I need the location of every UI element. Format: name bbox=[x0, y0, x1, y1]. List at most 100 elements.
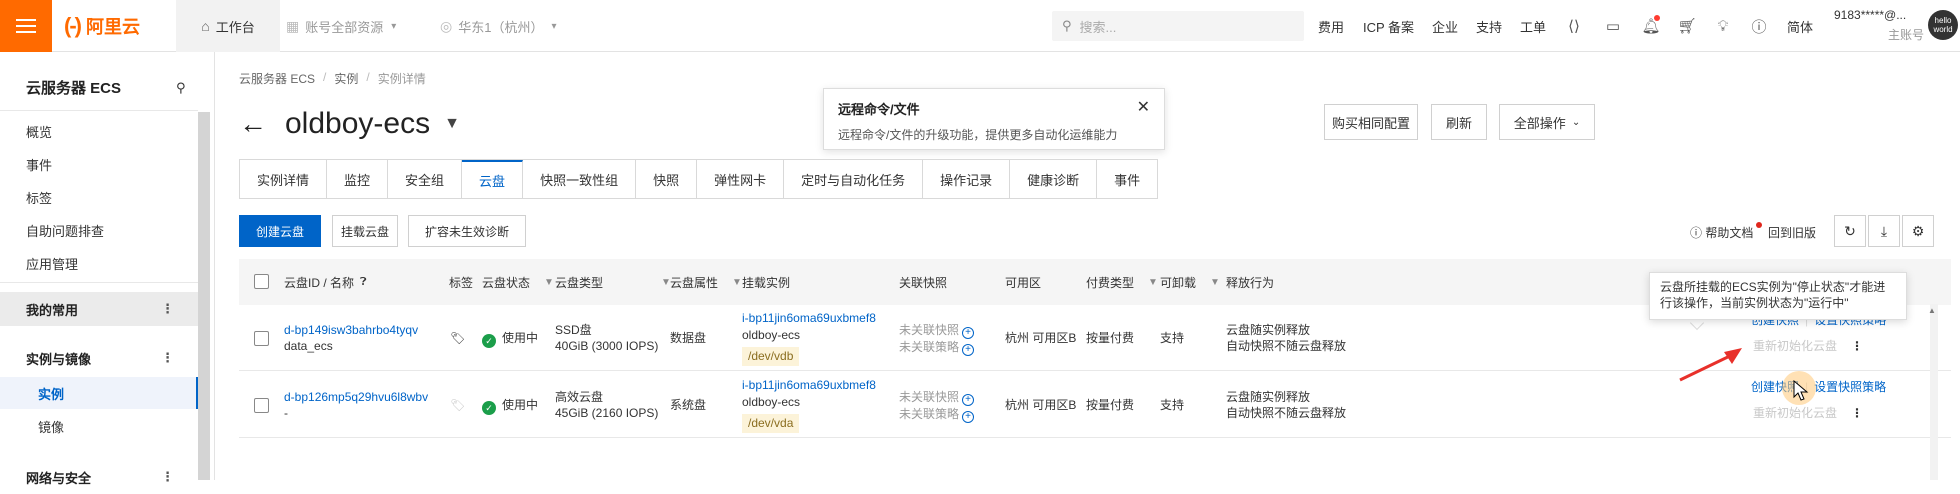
global-search-input[interactable]: ⚲ 搜索... bbox=[1052, 11, 1304, 41]
code-icon[interactable]: ⟨⟩ bbox=[1564, 16, 1584, 36]
support-link[interactable]: 支持 bbox=[1476, 0, 1502, 52]
more-icon[interactable]: ⋮ bbox=[161, 469, 174, 485]
add-circle-icon[interactable]: + bbox=[962, 344, 975, 356]
tab-monitoring[interactable]: 监控 bbox=[327, 160, 389, 198]
tab-events[interactable]: 事件 bbox=[1097, 160, 1159, 198]
more-actions-icon[interactable]: ⋮ bbox=[1851, 405, 1863, 421]
add-circle-icon[interactable]: + bbox=[962, 394, 975, 406]
instance-id-link[interactable]: i-bp11jin6oma69uxbmef8 bbox=[742, 377, 876, 394]
expand-diagnosis-button[interactable]: 扩容未生效诊断 bbox=[408, 215, 526, 247]
tab-eni[interactable]: 弹性网卡 bbox=[697, 160, 785, 198]
add-circle-icon[interactable]: + bbox=[962, 327, 975, 339]
cart-icon[interactable]: 🛒︎ bbox=[1677, 16, 1697, 36]
ticket-link[interactable]: 工单 bbox=[1520, 0, 1546, 52]
sidebar-group-instances[interactable]: 实例与镜像 ⋮ bbox=[0, 341, 198, 375]
tag-icon[interactable]: 🏷︎ bbox=[450, 397, 465, 413]
row-checkbox[interactable] bbox=[254, 398, 269, 413]
tab-disks[interactable]: 云盘 bbox=[462, 160, 524, 198]
all-actions-button[interactable]: 全部操作 ⌄ bbox=[1499, 104, 1595, 140]
set-snapshot-policy-link[interactable]: 设置快照策略 bbox=[1814, 380, 1886, 394]
col-disk-id: 云盘ID / 名称 ❓︎ bbox=[284, 275, 367, 290]
mount-disk-button[interactable]: 挂载云盘 bbox=[332, 215, 398, 247]
resource-group-selector[interactable]: ▦ 账号全部资源 ▾ bbox=[286, 0, 396, 52]
chevron-down-icon[interactable]: ▼ bbox=[444, 115, 460, 133]
check-circle-icon: ✓ bbox=[482, 334, 496, 348]
scroll-up-icon[interactable]: ▲ bbox=[1928, 306, 1936, 315]
bell-icon[interactable]: 🔔︎ bbox=[1641, 15, 1661, 36]
more-actions-icon[interactable]: ⋮ bbox=[1851, 338, 1863, 354]
row-checkbox[interactable] bbox=[254, 331, 269, 346]
sidebar-item-events[interactable]: 事件 bbox=[26, 155, 52, 174]
col-billing: 付费类型 ▼ bbox=[1086, 275, 1158, 290]
back-arrow-icon[interactable]: ← bbox=[239, 110, 267, 138]
group-label: 网络与安全 bbox=[26, 470, 92, 486]
add-circle-icon[interactable]: + bbox=[962, 411, 975, 423]
home-icon: ⌂ bbox=[201, 18, 210, 34]
resource-label: 账号全部资源 bbox=[305, 19, 384, 35]
buy-same-config-button[interactable]: 购买相同配置 bbox=[1324, 104, 1418, 140]
tab-scheduled-tasks[interactable]: 定时与自动化任务 bbox=[784, 160, 924, 198]
settings-gear-icon[interactable]: ⚙ bbox=[1902, 215, 1934, 247]
more-icon[interactable]: ⋮ bbox=[161, 350, 174, 366]
hamburger-menu-button[interactable] bbox=[0, 0, 52, 52]
tab-instance-details[interactable]: 实例详情 bbox=[240, 160, 328, 198]
reinit-disk-link-disabled: 重新初始化云盘 bbox=[1753, 406, 1838, 420]
avatar[interactable]: hello world bbox=[1928, 10, 1958, 40]
icp-link[interactable]: ICP 备案 bbox=[1363, 0, 1414, 52]
lightbulb-icon[interactable]: 💡︎ bbox=[1713, 16, 1733, 36]
sidebar-item-troubleshoot[interactable]: 自助问题排查 bbox=[26, 221, 104, 240]
all-actions-label: 全部操作 bbox=[1513, 115, 1566, 131]
logo-mark: (-) bbox=[64, 13, 82, 38]
language-switch[interactable]: 简体 bbox=[1787, 0, 1813, 52]
account-info[interactable]: 9183*****@... 主账号 bbox=[1834, 8, 1924, 43]
more-icon[interactable]: ⋮ bbox=[161, 301, 174, 317]
filter-icon[interactable]: ▼ bbox=[1210, 277, 1220, 288]
sidebar-item-overview[interactable]: 概览 bbox=[26, 122, 52, 141]
refresh-button[interactable]: 刷新 bbox=[1431, 104, 1487, 140]
workspace-button[interactable]: ⌂ 工作台 bbox=[176, 0, 280, 52]
fees-link[interactable]: 费用 bbox=[1318, 0, 1344, 52]
sidebar-group-common[interactable]: 我的常用 ⋮ bbox=[0, 292, 198, 326]
tab-security-group[interactable]: 安全组 bbox=[388, 160, 463, 198]
filter-icon[interactable]: ▼ bbox=[544, 277, 554, 288]
tab-snapshots[interactable]: 快照 bbox=[636, 160, 698, 198]
sidebar-item-tags[interactable]: 标签 bbox=[26, 188, 52, 207]
breadcrumb-instances[interactable]: 实例 bbox=[334, 70, 358, 87]
main-scrollbar[interactable] bbox=[1930, 304, 1938, 480]
refresh-icon[interactable]: ↻ bbox=[1834, 215, 1866, 247]
sidebar-scrollbar[interactable] bbox=[198, 112, 210, 480]
help-docs-link[interactable]: ⓘ 帮助文档 bbox=[1690, 224, 1753, 241]
aliyun-logo[interactable]: (-) 阿里云 bbox=[64, 12, 140, 40]
sidebar-item-images[interactable]: 镜像 bbox=[0, 410, 198, 442]
breadcrumb-ecs[interactable]: 云服务器 ECS bbox=[239, 70, 315, 87]
help-icon[interactable]: ⓘ bbox=[1749, 16, 1769, 36]
close-icon[interactable]: ✕ bbox=[1137, 97, 1150, 117]
select-all-checkbox[interactable] bbox=[254, 274, 269, 289]
release-behavior: 云盘随实例释放 bbox=[1226, 390, 1311, 404]
tab-health-diagnosis[interactable]: 健康诊断 bbox=[1010, 160, 1098, 198]
col-tags: 标签 bbox=[449, 275, 474, 290]
disk-id-link[interactable]: d-bp126mp5q29hvu6l8wbv bbox=[284, 389, 428, 405]
disk-id-link[interactable]: d-bp149isw3bahrbo4tyqv bbox=[284, 322, 418, 338]
billing-type: 按量付费 bbox=[1086, 331, 1135, 345]
sidebar-item-apps[interactable]: 应用管理 bbox=[26, 254, 78, 273]
download-icon[interactable]: ⤓ bbox=[1868, 215, 1900, 247]
disabled-reason-tooltip: 云盘所挂载的ECS实例为"停止状态"才能进行该操作，当前实例状态为"运行中" bbox=[1649, 272, 1907, 320]
instance-id-link[interactable]: i-bp11jin6oma69uxbmef8 bbox=[742, 310, 876, 327]
help-circle-icon[interactable]: ❓︎ bbox=[360, 276, 367, 289]
tab-snapshot-consistency[interactable]: 快照一致性组 bbox=[523, 160, 637, 198]
sidebar-group-network[interactable]: 网络与安全 ⋮ bbox=[0, 460, 198, 494]
old-version-link[interactable]: 回到旧版 bbox=[1768, 224, 1816, 241]
sidebar-item-instances[interactable]: 实例 bbox=[0, 377, 198, 409]
col-release: 释放行为 bbox=[1226, 275, 1275, 290]
terminal-icon[interactable]: ▭ bbox=[1603, 16, 1623, 36]
help-circle-icon: ⓘ bbox=[1690, 226, 1703, 240]
region-selector[interactable]: ◎ 华东1（杭州） ▾ bbox=[440, 0, 556, 52]
filter-icon[interactable]: ▼ bbox=[732, 277, 742, 288]
create-disk-button[interactable]: 创建云盘 bbox=[239, 215, 321, 247]
filter-icon[interactable]: ▼ bbox=[1148, 277, 1158, 288]
enterprise-link[interactable]: 企业 bbox=[1432, 0, 1458, 52]
tab-operation-logs[interactable]: 操作记录 bbox=[923, 160, 1011, 198]
search-icon[interactable]: ⚲ bbox=[176, 80, 186, 96]
tag-icon[interactable]: 🏷︎ bbox=[450, 330, 465, 346]
